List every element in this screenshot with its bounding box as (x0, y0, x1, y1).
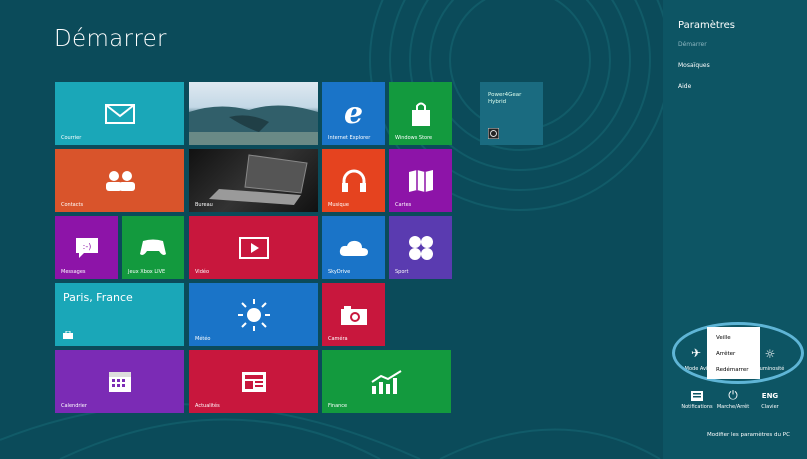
tile-camera[interactable]: Caméra (322, 283, 385, 346)
settings-title: Paramètres (678, 20, 736, 31)
tile-power4gear[interactable]: Power4Gear Hybrid (480, 82, 543, 145)
svg-text::-): :-) (82, 242, 91, 251)
tile-label: Power4Gear Hybrid (488, 92, 522, 105)
gamepad-icon (140, 239, 166, 255)
newspaper-icon (241, 371, 266, 392)
notifications-label: Notifications (681, 404, 713, 410)
headphones-icon (341, 169, 366, 192)
power-menu-shutdown[interactable]: Arrêter (716, 351, 735, 357)
power-icon[interactable]: ⏻ (713, 388, 753, 403)
tile-news[interactable]: Actualités (189, 350, 318, 413)
weather-city: Paris, France (63, 291, 133, 304)
tile-messaging[interactable]: :-) Messages (55, 216, 118, 279)
play-icon (238, 236, 269, 259)
people-icon (105, 170, 135, 191)
tile-photos[interactable] (189, 82, 318, 145)
tile-label: Internet Explorer (328, 135, 371, 141)
tile-label: Messages (61, 269, 86, 275)
sport-balls-icon (408, 235, 433, 260)
beach-photo (189, 105, 318, 145)
camera-icon (340, 305, 367, 325)
tile-maps[interactable]: Cartes (389, 149, 452, 212)
ie-icon: e (343, 96, 364, 131)
tile-label: Calendrier (61, 403, 87, 409)
power-menu: Veille Arrêter Redémarrer (707, 327, 760, 379)
tile-calendar[interactable]: Calendrier (55, 350, 184, 413)
change-pc-settings-link[interactable]: Modifier les paramètres du PC (707, 432, 790, 438)
tile-label: Finance (328, 403, 348, 409)
settings-item-help[interactable]: Aide (678, 83, 691, 90)
power-label: Marche/Arrêt (716, 404, 750, 410)
tile-label: Actualités (195, 403, 220, 409)
settings-item-start[interactable]: Démarrer (678, 41, 707, 48)
shopping-bag-icon (411, 102, 430, 126)
power-menu-restart[interactable]: Redémarrer (716, 367, 749, 373)
mail-icon (104, 103, 135, 124)
tile-contacts[interactable]: Contacts (55, 149, 184, 212)
tile-weather[interactable]: Météo (189, 283, 318, 346)
tile-mail[interactable]: Courrier (55, 82, 184, 145)
tile-label: Musique (328, 202, 349, 208)
tile-label: Courrier (61, 135, 82, 141)
notifications-icon[interactable] (691, 391, 703, 401)
power-menu-sleep[interactable]: Veille (716, 335, 731, 341)
briefcase-icon (63, 331, 73, 339)
chart-up-icon (370, 369, 402, 394)
sun-icon (237, 298, 270, 331)
chat-icon: :-) (75, 237, 98, 258)
tile-label: Caméra (328, 336, 348, 342)
calendar-icon (108, 371, 131, 392)
tile-video[interactable]: Vidéo (189, 216, 318, 279)
tile-label: Cartes (395, 202, 412, 208)
keyboard-language[interactable]: ENG (750, 392, 790, 400)
tile-internet-explorer[interactable]: e Internet Explorer (322, 82, 385, 145)
page-title: Démarrer (54, 26, 167, 52)
map-icon (408, 169, 433, 192)
tile-label: SkyDrive (328, 269, 351, 275)
settings-item-tiles[interactable]: Mosaïques (678, 62, 710, 69)
tile-music[interactable]: Musique (322, 149, 385, 212)
tile-label: Jeux Xbox LIVE (128, 269, 166, 275)
tile-label: Météo (195, 336, 211, 342)
tile-label: Bureau (195, 202, 213, 208)
tile-weather-live[interactable]: Paris, France (55, 283, 184, 346)
power4gear-icon (488, 128, 499, 139)
tile-windows-store[interactable]: Windows Store (389, 82, 452, 145)
keyboard-label: Clavier (761, 404, 779, 410)
tile-skydrive[interactable]: SkyDrive (322, 216, 385, 279)
tile-label: Vidéo (195, 269, 210, 275)
tile-label: Sport (395, 269, 409, 275)
tile-sport[interactable]: Sport (389, 216, 452, 279)
tile-label: Windows Store (395, 135, 433, 141)
start-screen: Démarrer Courrier e Internet Explorer Wi… (0, 0, 807, 459)
tile-finance[interactable]: Finance (322, 350, 451, 413)
tile-xbox-games[interactable]: Jeux Xbox LIVE (122, 216, 184, 279)
cloud-icon (339, 240, 368, 256)
tile-label: Contacts (61, 202, 84, 208)
tile-desktop[interactable]: Bureau (189, 149, 318, 212)
